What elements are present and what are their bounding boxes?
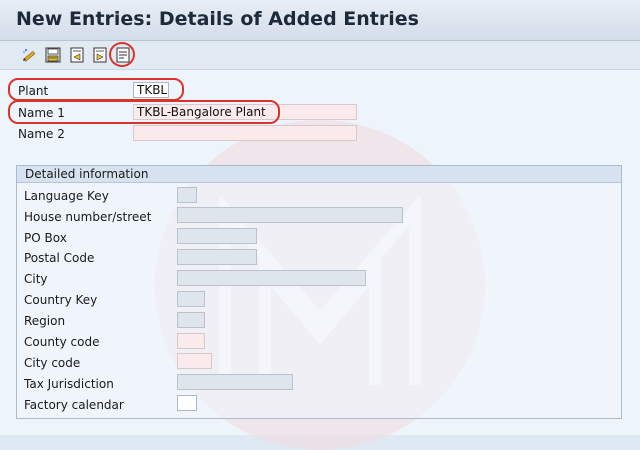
language-key-label: Language Key — [24, 189, 109, 203]
plant-field[interactable]: TKBL — [133, 82, 169, 98]
country-key-field[interactable] — [177, 291, 205, 307]
po-box-label: PO Box — [24, 231, 67, 245]
title-bar: New Entries: Details of Added Entries — [0, 0, 640, 41]
house-number-street-label: House number/street — [24, 210, 152, 224]
postal-code-field[interactable] — [177, 249, 257, 265]
region-label: Region — [24, 314, 66, 328]
name2-field[interactable] — [133, 125, 357, 141]
postal-code-label: Postal Code — [24, 251, 95, 265]
language-key-field[interactable] — [177, 187, 197, 203]
group-header: Detailed information — [17, 166, 621, 183]
house-number-street-field[interactable] — [177, 207, 403, 223]
country-key-label: Country Key — [24, 293, 98, 307]
previous-entry-icon[interactable] — [67, 45, 87, 65]
tax-jurisdiction-field[interactable] — [177, 374, 293, 390]
factory-calendar-field[interactable] — [177, 395, 197, 411]
county-code-field[interactable] — [177, 333, 205, 349]
edit-pencil-icon[interactable] — [20, 45, 40, 65]
tax-jurisdiction-label: Tax Jurisdiction — [24, 377, 114, 391]
page-title: New Entries: Details of Added Entries — [16, 8, 419, 30]
name2-label: Name 2 — [18, 127, 65, 141]
details-icon[interactable] — [113, 45, 133, 65]
save-icon[interactable] — [43, 45, 63, 65]
plant-label: Plant — [18, 84, 49, 98]
city-code-label: City code — [24, 356, 81, 370]
po-box-field[interactable] — [177, 228, 257, 244]
city-field[interactable] — [177, 270, 366, 286]
next-entry-icon[interactable] — [90, 45, 110, 65]
county-code-label: County code — [24, 335, 100, 349]
city-code-field[interactable] — [177, 353, 212, 369]
group-title: Detailed information — [25, 167, 149, 181]
factory-calendar-label: Factory calendar — [24, 398, 124, 412]
name1-label: Name 1 — [18, 106, 65, 120]
application-toolbar — [0, 41, 640, 70]
region-field[interactable] — [177, 312, 205, 328]
name1-field[interactable]: TKBL-Bangalore Plant — [133, 104, 357, 120]
city-label: City — [24, 272, 48, 286]
